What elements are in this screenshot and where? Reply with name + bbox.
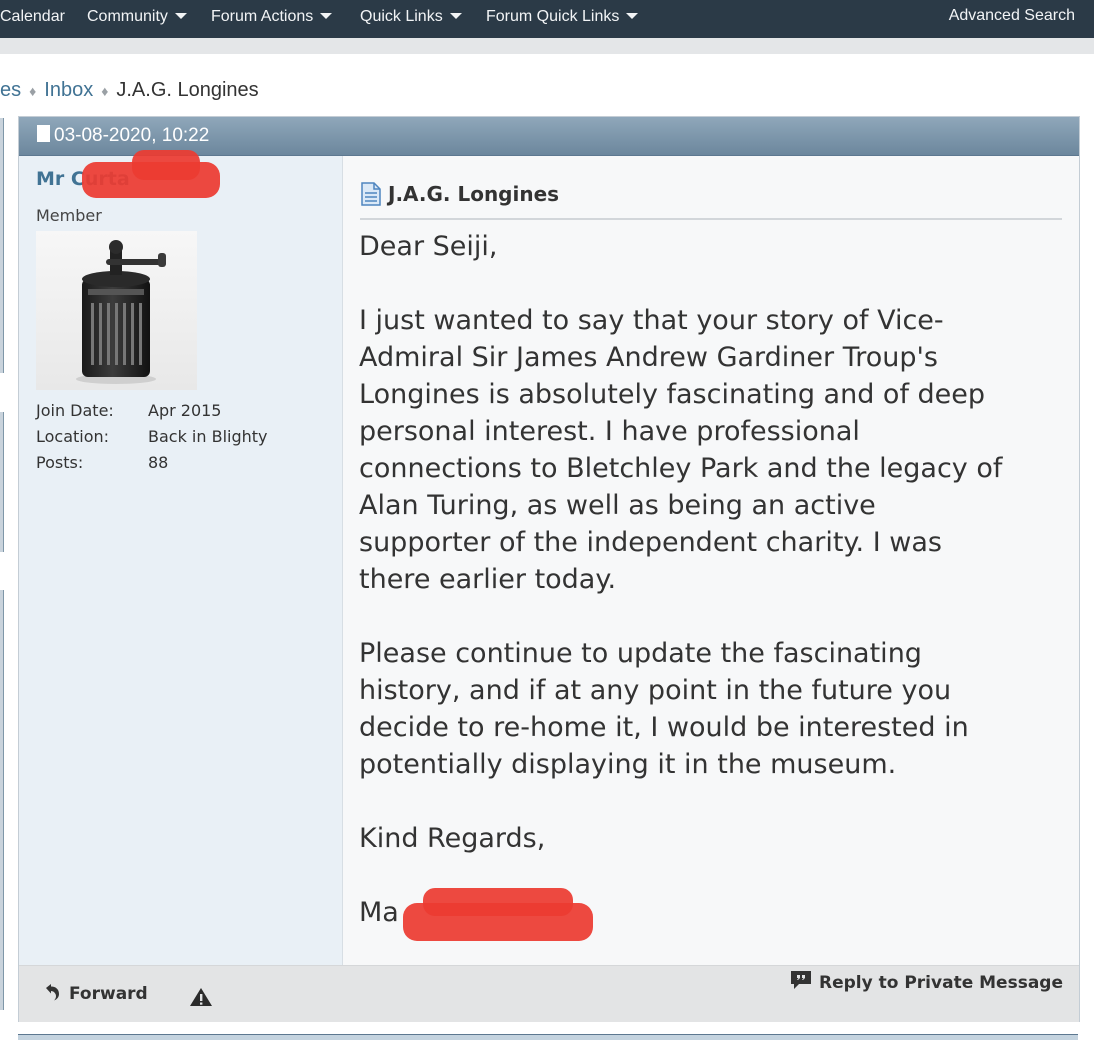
caret-down-icon bbox=[626, 12, 639, 19]
private-message-post: 03-08-2020, 10:22 Mr Curta Member bbox=[18, 116, 1080, 1022]
nav-calendar[interactable]: Calendar bbox=[0, 0, 65, 34]
next-post-edge bbox=[18, 1034, 1078, 1040]
caret-down-icon bbox=[174, 12, 187, 19]
message-body: Dear Seiji, I just wanted to say that yo… bbox=[359, 228, 1059, 931]
post-footer: Forward Reply to Private Message bbox=[19, 965, 1079, 1022]
nav-forum-quick-links-label: Forum Quick Links bbox=[486, 8, 620, 25]
stat-label: Join Date: bbox=[36, 401, 114, 420]
message-line: supporter of the independent charity. I … bbox=[359, 527, 942, 558]
message-line: decide to re-home it, I would be interes… bbox=[359, 712, 969, 743]
nav-forum-quick-links[interactable]: Forum Quick Links bbox=[486, 0, 639, 34]
nav-subbar bbox=[0, 38, 1094, 54]
breadcrumb-separator-icon: ♦ bbox=[101, 82, 109, 99]
breadcrumb-separator-icon: ♦ bbox=[29, 82, 37, 99]
breadcrumb: es ♦ Inbox ♦ J.A.G. Longines bbox=[0, 76, 259, 104]
title-divider bbox=[360, 218, 1062, 220]
message-line: connections to Bletchley Park and the le… bbox=[359, 453, 1003, 484]
curta-calculator-image bbox=[36, 231, 197, 390]
user-info-panel: Mr Curta Member bbox=[19, 150, 343, 965]
stat-value: Back in Blighty bbox=[148, 427, 268, 446]
message-line: history, and if at any point in the futu… bbox=[359, 675, 952, 706]
message-line: Kind Regards, bbox=[359, 823, 546, 854]
forward-button[interactable]: Forward bbox=[43, 984, 148, 1004]
message-line: there earlier today. bbox=[359, 564, 617, 595]
redaction-mark bbox=[132, 150, 200, 180]
warning-icon bbox=[190, 988, 212, 1006]
stat-value: 88 bbox=[148, 453, 169, 472]
report-button[interactable] bbox=[189, 986, 213, 1012]
message-line: Alan Turing, as well as being an active bbox=[359, 490, 876, 521]
message-title: J.A.G. Longines bbox=[360, 181, 560, 208]
message-line: Admiral Sir James Andrew Gardiner Troup'… bbox=[359, 342, 938, 373]
reply-to-private-message-button[interactable]: Reply to Private Message bbox=[789, 971, 1063, 994]
message-line: Please continue to update the fascinatin… bbox=[359, 638, 922, 669]
stat-label: Location: bbox=[36, 427, 110, 446]
forward-label: Forward bbox=[69, 984, 148, 1004]
nav-forum-actions[interactable]: Forum Actions bbox=[211, 0, 333, 34]
breadcrumb-inbox-link[interactable]: Inbox bbox=[44, 79, 93, 101]
user-stats: Join Date: Apr 2015 Location: Back in Blig… bbox=[36, 398, 268, 476]
nav-community[interactable]: Community bbox=[87, 0, 187, 34]
speech-bubble-icon bbox=[791, 971, 811, 989]
sidebar-block-edge bbox=[0, 590, 4, 1010]
breadcrumb-current: J.A.G. Longines bbox=[116, 79, 259, 101]
message-line: personal interest. I have professional bbox=[359, 416, 860, 447]
sidebar-block-edge bbox=[0, 412, 4, 552]
stat-value: Apr 2015 bbox=[148, 401, 222, 420]
caret-down-icon bbox=[320, 12, 333, 19]
nav-quick-links[interactable]: Quick Links bbox=[360, 0, 462, 34]
breadcrumb-parent-link[interactable]: es bbox=[0, 79, 21, 101]
document-icon bbox=[37, 125, 50, 143]
message-content: J.A.G. Longines Dear Seiji, I just wante… bbox=[343, 156, 1079, 965]
stat-location: Location: Back in Blighty bbox=[36, 424, 268, 450]
sidebar-block-edge bbox=[0, 118, 4, 373]
user-title: Member bbox=[36, 206, 102, 225]
advanced-search-link[interactable]: Advanced Search bbox=[949, 0, 1075, 32]
stat-posts: Posts: 88 bbox=[36, 450, 268, 476]
nav-community-label: Community bbox=[87, 8, 168, 25]
stat-label: Posts: bbox=[36, 453, 84, 472]
nav-calendar-label: Calendar bbox=[0, 8, 65, 25]
top-navbar: Calendar Community Forum Actions Quick L… bbox=[0, 0, 1094, 39]
post-date-text: 03-08-2020, 10:22 bbox=[54, 125, 210, 146]
reply-label: Reply to Private Message bbox=[819, 973, 1063, 993]
message-line: I just wanted to say that your story of … bbox=[359, 305, 944, 336]
avatar[interactable] bbox=[36, 231, 197, 390]
nav-forum-actions-label: Forum Actions bbox=[211, 8, 314, 25]
message-line: Longines is absolutely fascinating and o… bbox=[359, 379, 986, 410]
message-line: Dear Seiji, bbox=[359, 231, 498, 262]
nav-quick-links-label: Quick Links bbox=[360, 8, 443, 25]
stat-join-date: Join Date: Apr 2015 bbox=[36, 398, 268, 424]
forward-arrow-icon bbox=[46, 984, 59, 1001]
redaction-mark bbox=[423, 888, 573, 916]
message-line: potentially displaying it in the museum. bbox=[359, 749, 897, 780]
message-document-icon bbox=[361, 181, 381, 206]
caret-down-icon bbox=[449, 12, 462, 19]
message-title-text: J.A.G. Longines bbox=[388, 182, 560, 206]
